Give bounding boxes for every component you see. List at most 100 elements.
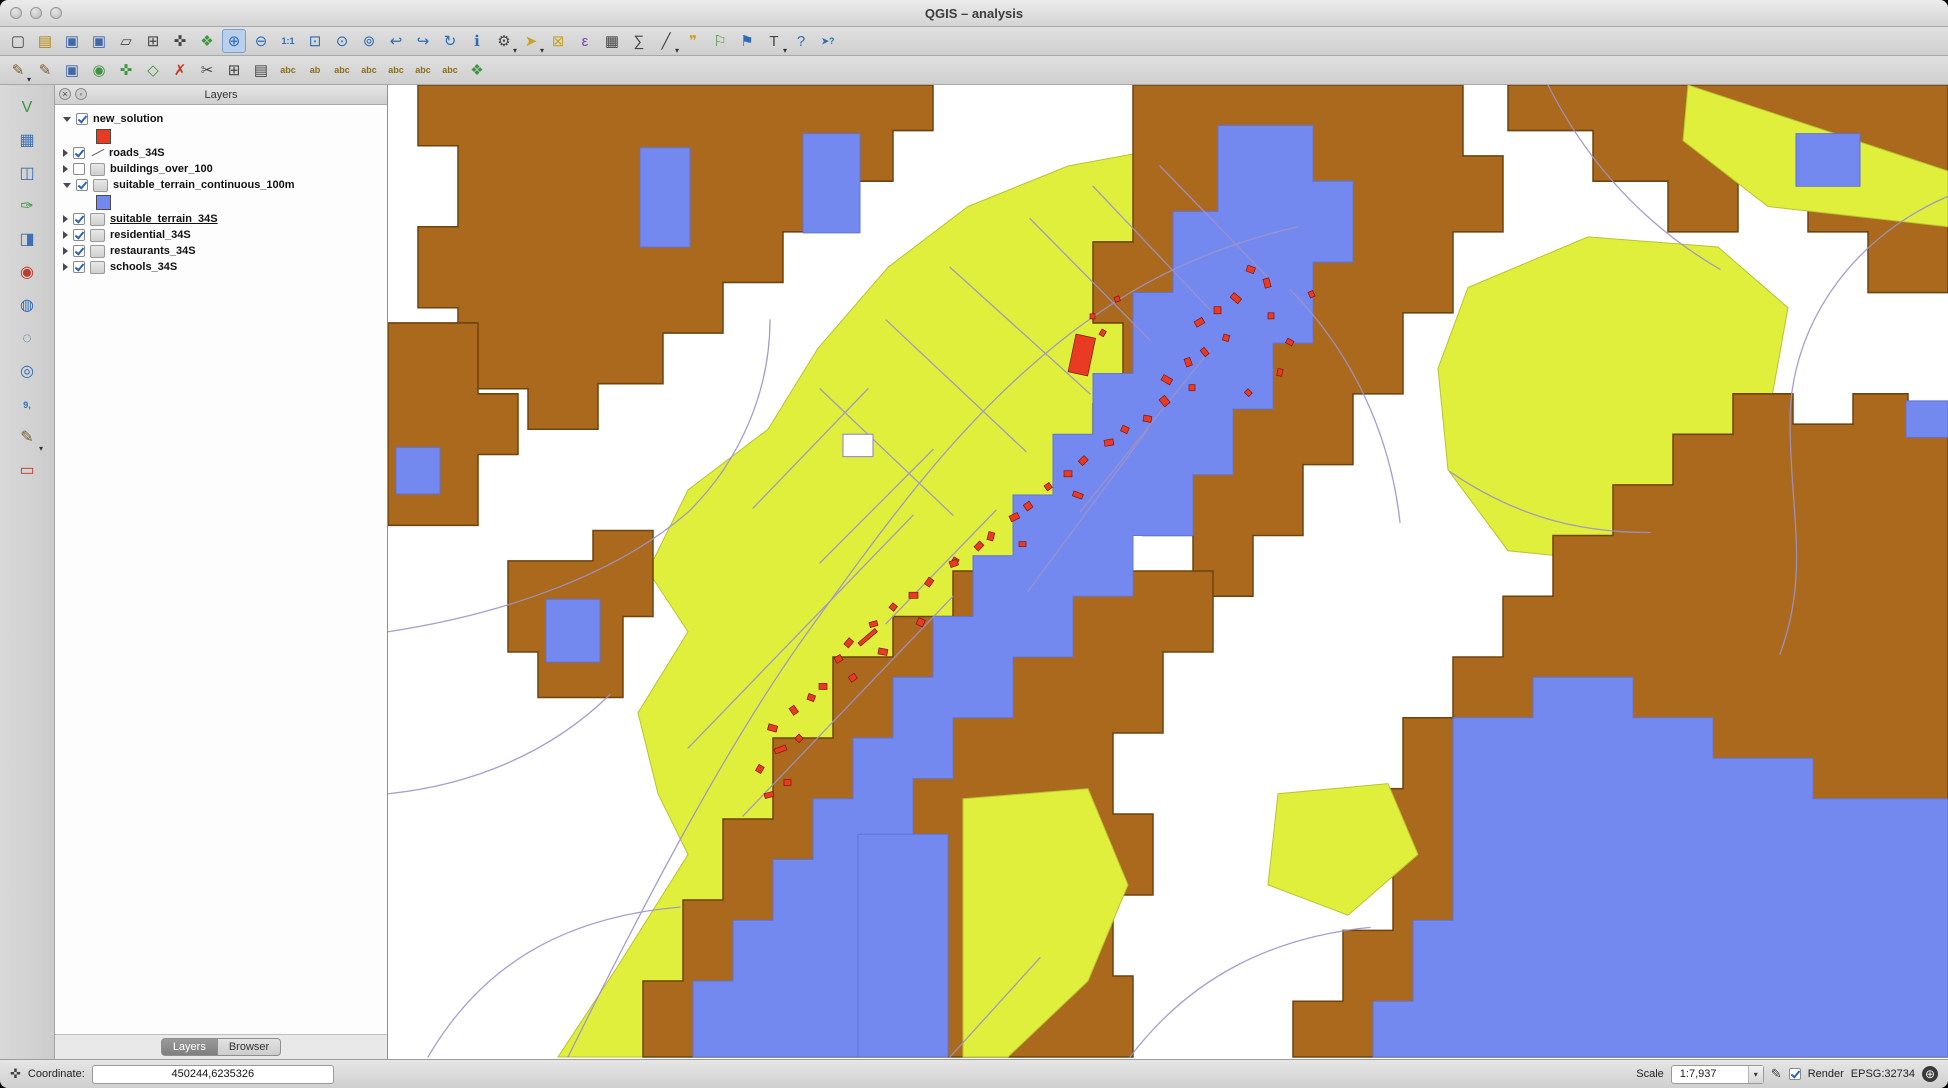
paste-features-icon[interactable]: ▤ [249,58,273,82]
layer-checkbox[interactable] [73,229,85,241]
processing-toolbox-icon[interactable]: ❖ [465,58,489,82]
new-project-icon[interactable]: ▢ [6,29,30,53]
layer-item-restaurants-34s[interactable]: restaurants_34S [59,243,387,259]
layer-checkbox[interactable] [73,213,85,225]
layer-item-schools-34s[interactable]: schools_34S [59,259,387,275]
new-bookmark-icon[interactable]: ⚐ [708,29,732,53]
tab-layers[interactable]: Layers [161,1038,218,1056]
deselect-features-icon[interactable]: ⊠ [546,29,570,53]
pan-map-icon[interactable]: ✜ [168,29,192,53]
composer-manager-icon[interactable]: ⊞ [141,29,165,53]
show-bookmarks-icon[interactable]: ⚑ [735,29,759,53]
layer-label[interactable]: suitable_terrain_34S [110,213,218,225]
map-tips-icon[interactable]: ❞ [681,29,705,53]
coordinate-input[interactable] [92,1065,334,1084]
zoom-to-selection-icon[interactable]: ⊙ [330,29,354,53]
open-project-icon[interactable]: ▤ [33,29,57,53]
save-project-icon[interactable]: ▣ [60,29,84,53]
zoom-next-icon[interactable]: ↪ [411,29,435,53]
layer-label[interactable]: residential_34S [110,229,191,241]
layer-item-roads-34s[interactable]: roads_34S [59,145,387,161]
expand-arrow-icon[interactable] [63,263,68,271]
label-pin-icon[interactable]: ab [303,58,327,82]
new-print-composer-icon[interactable]: ▱ [114,29,138,53]
add-raster-layer-icon[interactable]: ▦ [12,128,42,154]
add-wcs-layer-icon[interactable]: ◌ [12,326,42,352]
refresh-icon[interactable]: ↻ [438,29,462,53]
crs-status-icon[interactable]: ⊕ [1922,1066,1938,1082]
epsg-status[interactable]: EPSG:32734 [1851,1068,1915,1080]
layer-item-new-solution[interactable]: new_solution [59,111,387,127]
layer-label[interactable]: roads_34S [109,147,165,159]
zoom-out-icon[interactable]: ⊖ [249,29,273,53]
expand-arrow-icon[interactable] [63,231,68,239]
layer-item-suitable-terrain-continuous[interactable]: suitable_terrain_continuous_100m [59,177,387,193]
zoom-button[interactable] [50,7,62,19]
layer-item-buildings-over-100[interactable]: buildings_over_100 [59,161,387,177]
panel-detach-icon[interactable] [75,88,87,100]
save-project-as-icon[interactable]: ▣ [87,29,111,53]
current-edits-icon[interactable]: ✎ [6,58,30,82]
coordinate-capture-icon[interactable]: ✜ [10,1066,21,1082]
layer-checkbox[interactable] [73,163,85,175]
map-canvas[interactable] [388,85,1948,1059]
label-move-icon[interactable]: abc [357,58,381,82]
layer-checkbox[interactable] [76,113,88,125]
panel-close-icon[interactable] [59,88,71,100]
render-checkbox[interactable] [1789,1068,1801,1080]
expand-arrow-icon[interactable] [63,165,68,173]
save-layer-edits-icon[interactable]: ▣ [60,58,84,82]
scale-edit-icon[interactable]: ✎ [1771,1066,1782,1082]
layer-checkbox[interactable] [73,261,85,273]
field-calculator-icon[interactable]: ∑ [627,29,651,53]
cut-features-icon[interactable]: ✂ [195,58,219,82]
layer-item-residential-34s[interactable]: residential_34S [59,227,387,243]
expand-arrow-icon[interactable] [63,117,71,122]
expand-arrow-icon[interactable] [63,215,68,223]
pan-to-selection-icon[interactable]: ❖ [195,29,219,53]
add-vector-layer-icon[interactable]: V [12,95,42,121]
add-feature-icon[interactable]: ◉ [87,58,111,82]
layer-label[interactable]: restaurants_34S [110,245,196,257]
zoom-last-icon[interactable]: ↩ [384,29,408,53]
scale-combobox[interactable]: 1:7,937 ▾ [1671,1065,1764,1084]
layer-checkbox[interactable] [73,245,85,257]
chevron-down-icon[interactable]: ▾ [1748,1066,1763,1083]
layer-label[interactable]: suitable_terrain_continuous_100m [113,179,295,191]
label-properties-icon[interactable]: abc [438,58,462,82]
zoom-in-icon[interactable]: ⊕ [222,29,246,53]
select-by-expression-icon[interactable]: ε [573,29,597,53]
help-icon[interactable]: ? [789,29,813,53]
whats-this-icon[interactable]: ➤? [816,29,840,53]
layer-label[interactable]: new_solution [93,113,163,125]
delete-selected-icon[interactable]: ✗ [168,58,192,82]
layer-checkbox[interactable] [76,179,88,191]
layer-label[interactable]: schools_34S [110,261,177,273]
expand-arrow-icon[interactable] [63,183,71,188]
zoom-full-icon[interactable]: ⊡ [303,29,327,53]
label-options-icon[interactable]: abc [276,58,300,82]
new-shapefile-layer-icon[interactable]: ✎ [12,425,42,451]
add-wms-layer-icon[interactable]: ◍ [12,293,42,319]
add-spatialite-layer-icon[interactable]: ✑ [12,194,42,220]
add-postgis-layer-icon[interactable]: ◫ [12,161,42,187]
measure-icon[interactable]: ╱ [654,29,678,53]
identify-features-icon[interactable]: ℹ [465,29,489,53]
zoom-to-layer-icon[interactable]: ⊚ [357,29,381,53]
attribute-table-icon[interactable]: ▦ [600,29,624,53]
copy-features-icon[interactable]: ⊞ [222,58,246,82]
toggle-editing-icon[interactable]: ✎ [33,58,57,82]
label-show-hide-icon[interactable]: abc [330,58,354,82]
add-oracle-layer-icon[interactable]: ◉ [12,260,42,286]
label-change-icon[interactable]: abc [411,58,435,82]
minimize-button[interactable] [30,7,42,19]
add-wfs-layer-icon[interactable]: ◎ [12,359,42,385]
text-annotation-icon[interactable]: T [762,29,786,53]
node-tool-icon[interactable]: ◇ [141,58,165,82]
zoom-native-icon[interactable]: 1:1 [276,29,300,53]
layer-item-suitable-terrain-34s[interactable]: suitable_terrain_34S [59,211,387,227]
tab-browser[interactable]: Browser [218,1038,281,1056]
add-delimited-text-icon[interactable]: 9, [12,392,42,418]
label-rotate-icon[interactable]: abc [384,58,408,82]
select-features-icon[interactable]: ➤ [519,29,543,53]
